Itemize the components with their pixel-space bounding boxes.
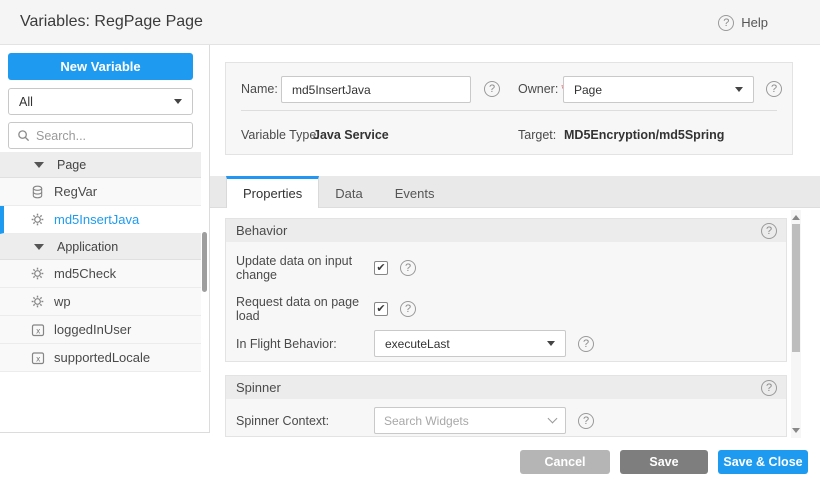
name-label: Name:*	[241, 76, 286, 103]
scroll-down-arrow-icon[interactable]	[792, 428, 800, 433]
page-title: Variables: RegPage Page	[20, 13, 203, 31]
request-data-checkbox[interactable]: ✔	[374, 302, 388, 316]
request-data-label: Request data on page load	[236, 295, 374, 323]
chevron-down-icon	[548, 414, 558, 424]
tab-data[interactable]: Data	[319, 176, 378, 207]
variable-filter-value: All	[19, 95, 33, 109]
spinner-context-row: Spinner Context: ?	[236, 407, 776, 434]
tree-item-label: RegVar	[54, 184, 97, 199]
search-input[interactable]	[36, 129, 184, 143]
tree-item-label: wp	[54, 294, 71, 309]
behavior-title: Behavior	[236, 223, 287, 238]
spinner-title: Spinner	[236, 380, 281, 395]
in-flight-help-icon[interactable]: ?	[578, 336, 594, 352]
tab-events[interactable]: Events	[379, 176, 451, 207]
behavior-section: Behavior ? Update data on input change ✔…	[225, 218, 787, 362]
database-icon	[30, 185, 45, 199]
tree-item-md5insertjava[interactable]: md5InsertJava	[0, 206, 201, 234]
tree-group-label: Page	[57, 158, 86, 172]
owner-select[interactable]: Page	[563, 76, 754, 103]
in-flight-select[interactable]: executeLast	[374, 330, 566, 357]
model-variable-icon: x	[30, 323, 45, 337]
tree-item-label: md5InsertJava	[54, 212, 139, 227]
help-circle-icon: ?	[718, 15, 734, 31]
save-button[interactable]: Save	[620, 450, 708, 474]
tree-item-loggedinuser[interactable]: x loggedInUser	[0, 316, 201, 344]
tree-group-application[interactable]: Application	[0, 234, 201, 260]
variable-summary-box: Name:* ? Owner:* Page ? Variable Type: J…	[225, 62, 793, 155]
variables-tree: Page RegVar	[0, 152, 201, 372]
new-variable-button[interactable]: New Variable	[8, 53, 193, 80]
spinner-context-input[interactable]	[384, 414, 549, 428]
variables-dialog: Variables: RegPage Page ? Help New Varia…	[0, 0, 820, 487]
spinner-context-combobox[interactable]	[374, 407, 566, 434]
tree-item-wp[interactable]: wp	[0, 288, 201, 316]
gear-icon	[30, 212, 45, 227]
sidebar-scrollbar-thumb[interactable]	[202, 232, 207, 292]
cancel-button[interactable]: Cancel	[520, 450, 610, 474]
scroll-up-arrow-icon[interactable]	[792, 215, 800, 220]
help-link[interactable]: ? Help	[718, 0, 768, 45]
tree-item-md5check[interactable]: md5Check	[0, 260, 201, 288]
behavior-section-header: Behavior ?	[226, 219, 786, 242]
scrollbar-thumb[interactable]	[792, 224, 800, 352]
tab-properties[interactable]: Properties	[226, 176, 319, 208]
update-data-checkbox[interactable]: ✔	[374, 261, 388, 275]
chevron-down-icon	[174, 99, 182, 104]
variable-type-label: Variable Type:	[241, 120, 320, 150]
tree-item-label: md5Check	[54, 266, 116, 281]
gear-icon	[30, 266, 45, 281]
tree-group-page[interactable]: Page	[0, 152, 201, 178]
spinner-section: Spinner ? Spinner Context: ?	[225, 375, 787, 437]
owner-value: Page	[574, 83, 602, 97]
in-flight-row: In Flight Behavior: executeLast ?	[236, 330, 776, 357]
save-and-close-button[interactable]: Save & Close	[718, 450, 808, 474]
target-label: Target:	[518, 120, 556, 150]
dialog-header: Variables: RegPage Page ? Help	[0, 0, 820, 45]
tree-item-regvar[interactable]: RegVar	[0, 178, 201, 206]
name-help-icon[interactable]: ?	[484, 81, 500, 97]
chevron-down-icon	[735, 87, 743, 92]
triangle-down-icon	[34, 244, 44, 250]
gear-icon	[30, 294, 45, 309]
spinner-help-icon[interactable]: ?	[761, 380, 777, 396]
update-data-help-icon[interactable]: ?	[400, 260, 416, 276]
tree-item-label: supportedLocale	[54, 350, 150, 365]
tree-group-label: Application	[57, 240, 118, 254]
in-flight-value: executeLast	[385, 337, 450, 351]
variable-search	[8, 122, 193, 149]
update-data-label: Update data on input change	[236, 254, 374, 282]
name-input[interactable]	[281, 76, 471, 103]
svg-text:x: x	[36, 354, 41, 363]
in-flight-label: In Flight Behavior:	[236, 337, 374, 351]
detail-tabs: Properties Data Events	[210, 176, 820, 208]
tree-item-supportedlocale[interactable]: x supportedLocale	[0, 344, 201, 372]
behavior-help-icon[interactable]: ?	[761, 223, 777, 239]
triangle-down-icon	[34, 162, 44, 168]
variable-filter-select[interactable]: All	[8, 88, 193, 115]
spinner-context-help-icon[interactable]: ?	[578, 413, 594, 429]
spinner-context-label: Spinner Context:	[236, 414, 374, 428]
update-data-row: Update data on input change ✔ ?	[236, 254, 776, 281]
request-data-help-icon[interactable]: ?	[400, 301, 416, 317]
help-label: Help	[741, 15, 768, 30]
variables-sidebar: New Variable All Page	[0, 45, 210, 433]
search-icon	[17, 129, 30, 142]
owner-help-icon[interactable]: ?	[766, 81, 782, 97]
model-variable-icon: x	[30, 351, 45, 365]
target-value: MD5Encryption/md5Spring	[564, 120, 724, 150]
chevron-down-icon	[547, 341, 555, 346]
spinner-section-header: Spinner ?	[226, 376, 786, 399]
variable-detail-panel: Name:* ? Owner:* Page ? Variable Type: J…	[210, 45, 820, 487]
tree-item-label: loggedInUser	[54, 322, 131, 337]
svg-text:x: x	[36, 326, 41, 335]
divider	[241, 110, 777, 111]
variable-type-value: Java Service	[313, 120, 389, 150]
owner-label: Owner:*	[518, 76, 566, 103]
properties-scrollbar[interactable]	[791, 210, 801, 438]
request-data-row: Request data on page load ✔ ?	[236, 295, 776, 322]
